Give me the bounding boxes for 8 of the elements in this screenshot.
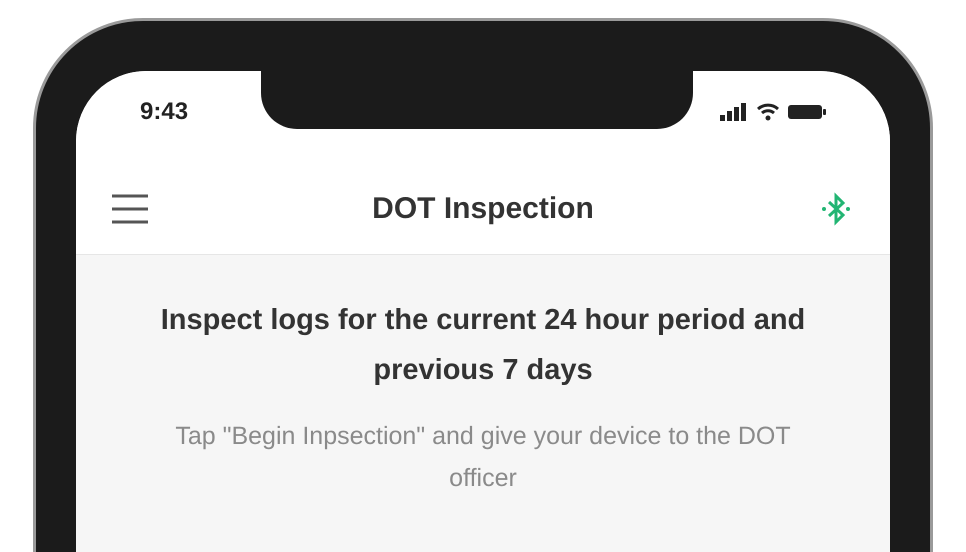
menu-icon[interactable] <box>110 192 150 224</box>
inspection-heading: Inspect logs for the current 24 hour period and previous 7 days <box>160 303 806 388</box>
wifi-icon <box>756 103 780 121</box>
header-title: DOT Inspection <box>372 191 594 227</box>
status-time: 9:43 <box>140 97 188 127</box>
battery-icon <box>788 103 826 121</box>
instruction-text: Tap "Begin Inpsection" and give your device to the DOT officer <box>174 421 792 494</box>
signal-icon <box>720 103 748 121</box>
